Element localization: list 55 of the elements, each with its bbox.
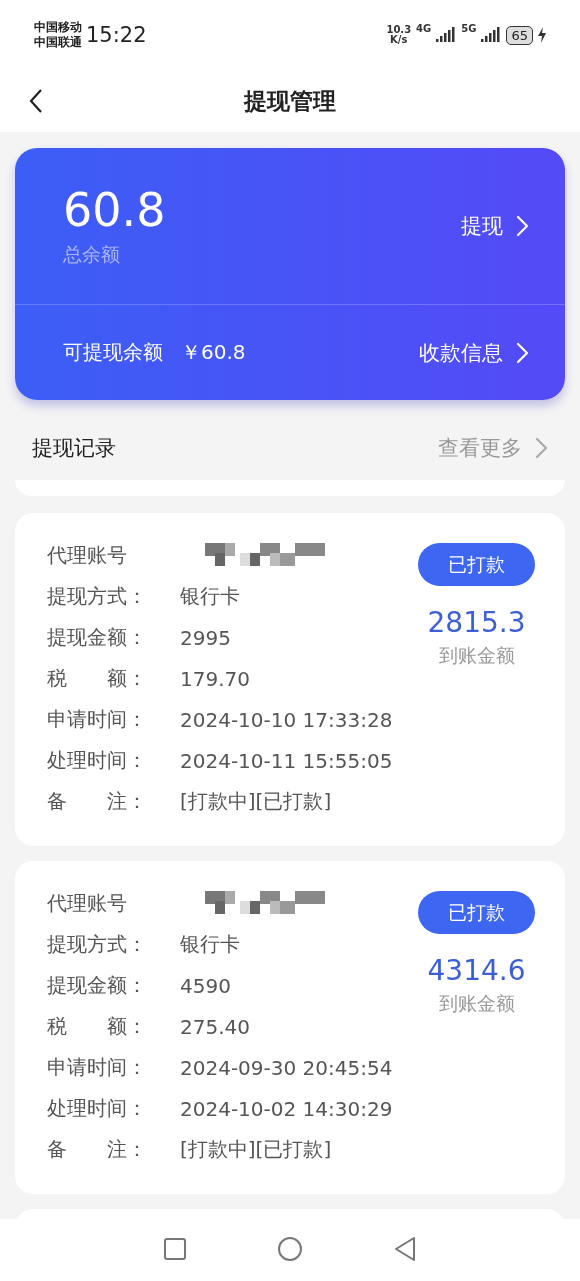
signal-icon	[481, 26, 502, 44]
total-balance: 60.8	[63, 184, 166, 236]
available-label: 可提现余额	[63, 339, 163, 366]
received-amount: 4314.6	[427, 954, 526, 987]
field-label: 税 额：	[47, 1013, 148, 1040]
available-balance: ￥60.8	[181, 339, 246, 366]
field-label: 处理时间：	[47, 747, 148, 774]
withdraw-link[interactable]: 提现	[461, 212, 529, 240]
chevron-icon	[515, 215, 529, 237]
field-label: 提现方式：	[47, 931, 148, 958]
field-value: 4590	[180, 973, 231, 998]
field-value: 179.70	[180, 666, 250, 691]
field-label: 申请时间：	[47, 706, 148, 733]
chevron-icon	[534, 437, 548, 459]
carrier-name: 中国联通	[34, 35, 82, 50]
status-badge: 已打款	[418, 891, 535, 934]
field-value: 2995	[180, 625, 231, 650]
signal-icon	[436, 26, 457, 44]
status-badge: 已打款	[418, 543, 535, 586]
carrier-name: 中国移动	[34, 20, 82, 35]
field-value: 2024-09-30 20:45:54	[180, 1055, 393, 1080]
charging-icon	[538, 27, 546, 43]
battery-level: 65	[506, 25, 533, 45]
received-amount: 2815.3	[427, 606, 526, 639]
field-label: 备 注：	[47, 788, 148, 815]
payee-info-link[interactable]: 收款信息	[419, 338, 529, 367]
field-value: 2024-10-02 14:30:29	[180, 1096, 393, 1121]
chevron-icon	[515, 341, 529, 364]
field-label: 处理时间：	[47, 1095, 148, 1122]
section-title: 提现记录	[32, 435, 116, 462]
field-label: 代理账号	[47, 890, 128, 917]
network-type: 5G	[461, 23, 477, 34]
field-label: 税 额：	[47, 665, 148, 692]
total-balance-label: 总余额	[63, 242, 121, 267]
network-type: 4G	[416, 23, 432, 34]
field-value: 275.40	[180, 1014, 250, 1039]
field-label: 提现金额：	[47, 624, 148, 651]
field-value: 银行卡	[180, 583, 240, 610]
field-value: 银行卡	[180, 931, 240, 958]
field-value: [打款中][已打款]	[180, 1136, 332, 1163]
page-title: 提现管理	[244, 86, 336, 116]
speed-unit: K/s	[390, 35, 408, 45]
field-value: [打款中][已打款]	[180, 788, 332, 815]
field-label: 备 注：	[47, 1136, 148, 1163]
field-label: 提现方式：	[47, 583, 148, 610]
received-amount-label: 到账金额	[438, 991, 515, 1016]
back-icon	[28, 88, 44, 114]
received-amount-label: 到账金额	[438, 643, 515, 668]
status-time: 15:22	[86, 23, 147, 47]
field-label: 申请时间：	[47, 1054, 148, 1081]
field-value: 2024-10-11 15:55:05	[180, 748, 393, 773]
field-value: 2024-10-10 17:33:28	[180, 707, 393, 732]
field-label: 代理账号	[47, 542, 128, 569]
network-speed: 10.3	[386, 25, 412, 35]
field-label: 提现金额：	[47, 972, 148, 999]
